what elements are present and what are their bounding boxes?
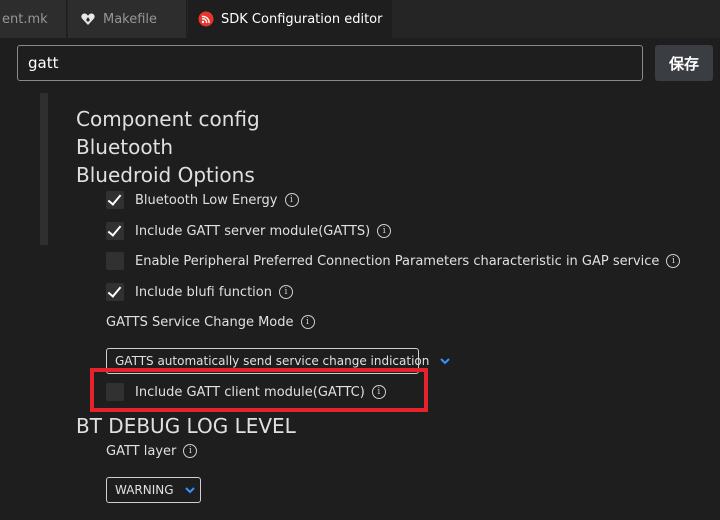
option-peripheral-preferred-conn-params: Enable Peripheral Preferred Connection P… — [106, 250, 681, 272]
gatt-layer-select[interactable]: WARNING — [106, 477, 201, 503]
gatts-service-change-select[interactable]: GATTS automatically send service change … — [106, 348, 451, 374]
option-blufi: Include blufi function i — [106, 281, 293, 303]
checkbox-gatts[interactable] — [106, 222, 124, 240]
gatts-service-change-mode: GATTS Service Change Mode i — [106, 311, 315, 333]
setting-label: GATT layer — [106, 443, 177, 459]
checkbox-gattc[interactable] — [106, 383, 124, 401]
heart-icon — [80, 11, 96, 27]
info-icon[interactable]: i — [278, 285, 293, 299]
option-gatts: Include GATT server module(GATTS) i — [106, 220, 392, 242]
option-label: Include GATT server module(GATTS) — [135, 223, 371, 239]
select-value: GATTS automatically send service change … — [115, 354, 430, 368]
setting-label: GATTS Service Change Mode — [106, 314, 294, 330]
scroll-indicator[interactable] — [40, 93, 48, 245]
tab-bar: ent.mk Makefile SDK Configuration editor — [0, 0, 720, 38]
tab-label: ent.mk — [2, 11, 48, 27]
option-label: Enable Peripheral Preferred Connection P… — [135, 253, 660, 269]
heading-bluedroid-options: Bluedroid Options — [76, 163, 255, 187]
heading-bt-debug-log-level: BT DEBUG LOG LEVEL — [76, 414, 296, 438]
heading-bluetooth: Bluetooth — [76, 135, 174, 159]
option-label: Bluetooth Low Energy — [135, 192, 278, 208]
heading-component-config: Component config — [76, 107, 260, 131]
select-value: WARNING — [115, 483, 174, 497]
checkbox-bluetooth-low-energy[interactable] — [106, 191, 124, 209]
info-icon[interactable]: i — [377, 224, 392, 238]
save-button[interactable]: 保存 — [655, 45, 713, 81]
tab-ent-mk[interactable]: ent.mk — [0, 0, 67, 38]
sdk-config-editor: ent.mk Makefile SDK Configuration editor… — [0, 0, 720, 520]
tab-sdk-configuration-editor[interactable]: SDK Configuration editor ✕ — [188, 0, 392, 38]
option-gattc: Include GATT client module(GATTC) i — [106, 381, 386, 403]
option-label: Include GATT client module(GATTC) — [135, 384, 365, 400]
info-icon[interactable]: i — [183, 444, 198, 458]
chevron-down-icon — [439, 355, 451, 367]
sdk-logo-icon — [198, 11, 214, 27]
tab-makefile[interactable]: Makefile — [68, 0, 187, 38]
info-icon[interactable]: i — [666, 254, 681, 268]
option-bluetooth-low-energy: Bluetooth Low Energy i — [106, 189, 299, 211]
checkbox-peripheral-preferred-conn-params[interactable] — [106, 252, 124, 270]
info-icon[interactable]: i — [284, 193, 299, 207]
checkbox-blufi[interactable] — [106, 283, 124, 301]
option-label: Include blufi function — [135, 284, 272, 300]
search-input[interactable] — [17, 45, 643, 81]
tab-label: Makefile — [103, 11, 158, 27]
close-icon[interactable]: ✕ — [391, 11, 392, 27]
tab-label: SDK Configuration editor — [221, 11, 383, 27]
info-icon[interactable]: i — [300, 315, 315, 329]
gatt-layer: GATT layer i — [106, 440, 198, 462]
info-icon[interactable]: i — [371, 385, 386, 399]
chevron-down-icon — [184, 484, 196, 496]
